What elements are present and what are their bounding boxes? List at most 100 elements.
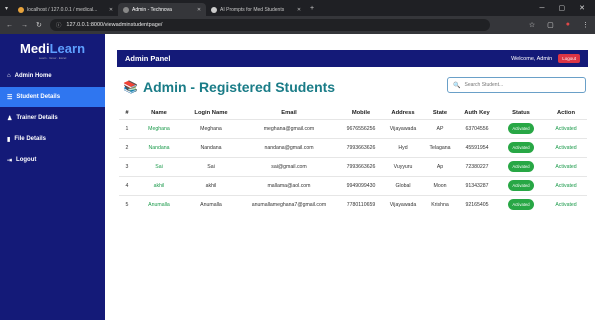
- page-heading: 📚 Admin - Registered Students: [123, 79, 335, 95]
- col-header-email: Email: [281, 109, 297, 116]
- forward-icon[interactable]: →: [21, 22, 28, 29]
- tab-ai-prompts[interactable]: AI Prompts for Med Students ✕: [206, 3, 306, 16]
- cell-num: 1: [119, 118, 135, 138]
- sidebar-item-label: Admin Home: [14, 73, 52, 79]
- maximize-icon[interactable]: ▢: [559, 4, 566, 12]
- logo-text-learn: Learn: [49, 40, 86, 56]
- close-tab-icon[interactable]: ✕: [297, 7, 301, 13]
- cell-name[interactable]: Nandana: [135, 137, 183, 157]
- action-link[interactable]: Activated: [545, 118, 587, 138]
- address-bar: ← → ↻ ⓘ 127.0.0.1:8000/viewadminstudentp…: [0, 16, 595, 34]
- close-tab-icon[interactable]: ✕: [109, 7, 113, 13]
- new-tab-button[interactable]: +: [306, 5, 314, 12]
- file-icon: ▮: [7, 136, 11, 143]
- cell-state: Ap: [423, 156, 457, 176]
- sidebar-item-trainer-details[interactable]: ♟ Trainer Details: [0, 108, 105, 128]
- col-header-login: Login Name: [194, 109, 228, 116]
- cell-status: Activated: [497, 156, 545, 176]
- sidebar-item-label: File Details: [14, 136, 46, 142]
- action-link[interactable]: Activated: [545, 156, 587, 176]
- cell-state: Moon: [423, 175, 457, 195]
- table-row: 3 Sai Sai sai@gmail.com 7993663626 Vuyyu…: [119, 156, 587, 176]
- tab-label: localhost / 127.0.0.1 / medical...: [27, 6, 98, 13]
- cell-status: Activated: [497, 118, 545, 138]
- cell-login: Meghana: [183, 118, 239, 138]
- table-row: 4 akhil akhil mallama@aol.com 9949099430…: [119, 175, 587, 195]
- col-header-address: Address: [391, 109, 415, 116]
- sidebar-item-label: Trainer Details: [16, 115, 58, 121]
- cell-num: 2: [119, 137, 135, 157]
- tab-phpmyadmin[interactable]: localhost / 127.0.0.1 / medical... ✕: [13, 3, 118, 16]
- medilearn-logo[interactable]: MediLearn Learn · Grow · Excel: [0, 34, 105, 66]
- logout-button[interactable]: Logout: [558, 54, 580, 63]
- menu-dots-icon[interactable]: ⋮: [582, 21, 589, 29]
- minimize-icon[interactable]: ─: [540, 5, 545, 12]
- sidebar-item-logout[interactable]: ⇥ Logout: [0, 150, 105, 170]
- cell-name[interactable]: Sai: [135, 156, 183, 176]
- cell-status: Activated: [497, 175, 545, 195]
- col-header-name: Name: [151, 109, 167, 116]
- back-icon[interactable]: ←: [6, 22, 13, 29]
- cell-num: 3: [119, 156, 135, 176]
- sidebar-item-label: Student Details: [16, 94, 61, 100]
- tab-search-icon[interactable]: ▾: [0, 5, 13, 12]
- site-info-icon[interactable]: ⓘ: [56, 21, 62, 29]
- cell-address: Global: [383, 175, 423, 195]
- action-link[interactable]: Activated: [545, 175, 587, 195]
- tab-label: Admin - Technova: [132, 6, 172, 13]
- cell-email: nandana@gmail.com: [239, 137, 339, 157]
- cell-mobile: 7993663626: [339, 156, 383, 176]
- url-field[interactable]: ⓘ 127.0.0.1:8000/viewadminstudentpage/: [49, 19, 490, 31]
- sidebar-item-student-details[interactable]: ☰ Student Details: [0, 87, 105, 107]
- close-window-icon[interactable]: ✕: [579, 4, 585, 12]
- home-icon: ⌂: [7, 73, 11, 79]
- main-content: Admin Panel Welcome, Admin Logout 📚 Admi…: [105, 34, 595, 320]
- extensions-icon[interactable]: ▢: [547, 21, 554, 29]
- books-icon: 📚: [123, 80, 138, 94]
- cell-name[interactable]: Anumalla: [135, 194, 183, 214]
- cell-address: Hyd: [383, 137, 423, 157]
- browser-tab-strip: ▾ localhost / 127.0.0.1 / medical... ✕ A…: [0, 0, 595, 16]
- cell-name[interactable]: akhil: [135, 175, 183, 195]
- page-title: Admin - Registered Students: [142, 79, 336, 95]
- tab-admin-technova[interactable]: Admin - Technova ✕: [118, 3, 207, 16]
- status-badge: Activated: [508, 199, 534, 211]
- ai-favicon-icon: [211, 6, 218, 13]
- cell-login: akhil: [183, 175, 239, 195]
- cell-address: Vijayawada: [383, 194, 423, 214]
- action-link[interactable]: Activated: [545, 194, 587, 214]
- search-input[interactable]: [464, 82, 575, 88]
- cell-state: Krishna: [423, 194, 457, 214]
- admin-topbar: Admin Panel Welcome, Admin Logout: [117, 50, 588, 67]
- window-controls: ─ ▢ ✕: [540, 0, 595, 16]
- cell-login: Sai: [183, 156, 239, 176]
- cell-authkey: 45591954: [457, 137, 497, 157]
- cell-login: Nandana: [183, 137, 239, 157]
- table-row: 1 Meghana Meghana meghana@gmail.com 9676…: [119, 118, 587, 138]
- cell-address: Vuyyuru: [383, 156, 423, 176]
- cell-mobile: 9676556256: [339, 118, 383, 138]
- action-link[interactable]: Activated: [545, 137, 587, 157]
- cell-name[interactable]: Meghana: [135, 118, 183, 138]
- sidebar-item-file-details[interactable]: ▮ File Details: [0, 129, 105, 149]
- profile-icon[interactable]: ●: [566, 21, 570, 29]
- col-header-status: Status: [512, 109, 530, 116]
- search-icon: 🔍: [453, 82, 461, 89]
- reload-icon[interactable]: ↻: [36, 21, 42, 29]
- bookmark-star-icon[interactable]: ☆: [529, 21, 535, 29]
- search-box[interactable]: 🔍: [447, 77, 586, 93]
- logo-text-medi: Medi: [19, 40, 50, 56]
- cell-address: Vijayawada: [383, 118, 423, 138]
- status-badge: Activated: [508, 180, 534, 191]
- col-header-authkey: Auth Key: [464, 109, 490, 116]
- cell-authkey: 72380227: [457, 156, 497, 176]
- col-header-mobile: Mobile: [351, 109, 371, 116]
- globe-favicon-icon: [123, 6, 130, 13]
- table-header-row: # Name Login Name Email Mobile Address S…: [119, 107, 587, 119]
- sidebar-item-admin-home[interactable]: ⌂ Admin Home: [0, 66, 105, 86]
- list-icon: ☰: [7, 94, 13, 101]
- table-row: 5 Anumalla Anumalla anumallameghana7@gma…: [119, 194, 587, 214]
- cell-email: mallama@aol.com: [239, 175, 339, 195]
- close-tab-icon[interactable]: ✕: [197, 7, 201, 13]
- status-badge: Activated: [508, 161, 534, 172]
